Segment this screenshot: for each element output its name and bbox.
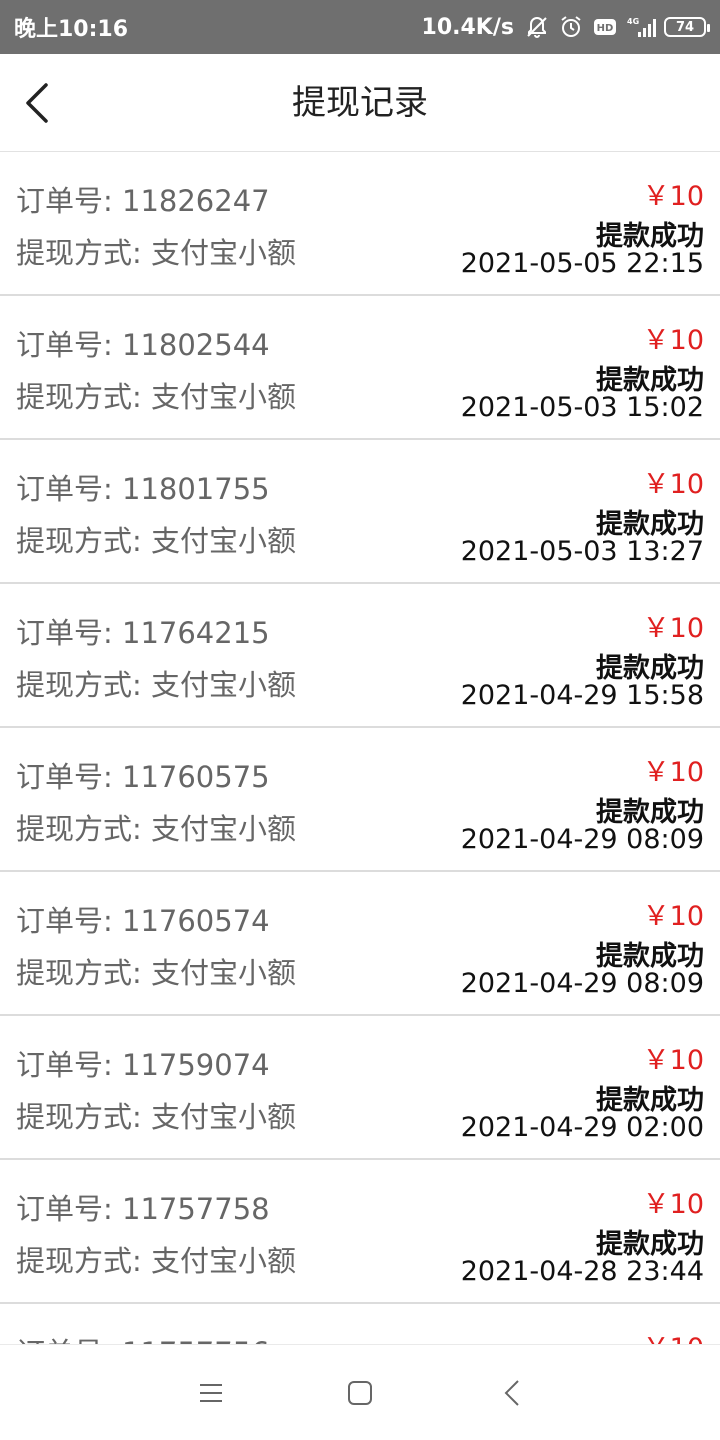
- withdrawal-record-list[interactable]: 订单号: 11826247 提现方式: 支付宝小额 ￥10 提款成功 2021-…: [0, 152, 720, 1344]
- method-label: 提现方式:: [16, 956, 151, 990]
- order-number: 11760574: [122, 904, 270, 938]
- battery-level: 74: [675, 19, 695, 35]
- record-datetime: 2021-04-29 02:00: [460, 1112, 704, 1143]
- status-bar: 晚上10:16 10.4K/s HD 4G 74: [0, 0, 720, 54]
- order-number: 11801755: [122, 472, 270, 506]
- order-number: 11826247: [122, 184, 270, 218]
- method-label: 提现方式:: [16, 1244, 151, 1278]
- network-speed: 10.4K/s: [421, 14, 514, 40]
- system-navigation-bar: [0, 1344, 720, 1440]
- record-item[interactable]: 订单号: 11826247 提现方式: 支付宝小额 ￥10 提款成功 2021-…: [0, 152, 720, 296]
- record-datetime: 2021-04-28 23:44: [460, 1256, 704, 1287]
- record-datetime: 2021-04-29 08:09: [460, 824, 704, 855]
- mute-icon: [527, 16, 547, 38]
- amount: ￥10: [642, 325, 704, 356]
- order-label: 订单号:: [16, 904, 122, 938]
- status-icons: 10.4K/s HD 4G 74: [421, 14, 710, 40]
- home-button[interactable]: [336, 1369, 384, 1417]
- record-item-partial[interactable]: 订单号: 11757756 ￥10: [0, 1304, 720, 1344]
- record-item[interactable]: 订单号: 11801755 提现方式: 支付宝小额 ￥10 提款成功 2021-…: [0, 440, 720, 584]
- order-label: 订单号:: [16, 184, 122, 218]
- withdraw-method: 支付宝小额: [151, 524, 297, 558]
- record-datetime: 2021-04-29 15:58: [460, 680, 704, 711]
- withdraw-method: 支付宝小额: [151, 1100, 297, 1134]
- order-number: 11764215: [122, 616, 270, 650]
- method-label: 提现方式:: [16, 668, 151, 702]
- order-number: 11757756: [122, 1336, 270, 1344]
- record-datetime: 2021-05-03 15:02: [460, 392, 704, 423]
- withdraw-method: 支付宝小额: [151, 812, 297, 846]
- record-item[interactable]: 订单号: 11760574 提现方式: 支付宝小额 ￥10 提款成功 2021-…: [0, 872, 720, 1016]
- hd-label: HD: [597, 23, 614, 34]
- hd-icon: HD: [594, 19, 616, 35]
- record-datetime: 2021-04-29 08:09: [460, 968, 704, 999]
- back-icon: [504, 1380, 519, 1406]
- amount: ￥10: [642, 613, 704, 644]
- order-label: 订单号:: [16, 616, 122, 650]
- system-back-button[interactable]: [488, 1369, 536, 1417]
- amount: ￥10: [642, 181, 704, 212]
- method-label: 提现方式:: [16, 380, 151, 414]
- order-number: 11759074: [122, 1048, 270, 1082]
- amount: ￥10: [642, 901, 704, 932]
- amount: ￥10: [642, 757, 704, 788]
- order-label: 订单号:: [16, 1192, 122, 1226]
- signal-icon: 4G: [627, 17, 656, 37]
- amount: ￥10: [642, 469, 704, 500]
- amount: ￥10: [643, 1326, 704, 1344]
- menu-button[interactable]: [187, 1369, 235, 1417]
- order-number: 11760575: [122, 760, 270, 794]
- record-item[interactable]: 订单号: 11760575 提现方式: 支付宝小额 ￥10 提款成功 2021-…: [0, 728, 720, 872]
- order-label: 订单号:: [16, 760, 122, 794]
- record-datetime: 2021-05-03 13:27: [460, 536, 704, 567]
- back-button[interactable]: [12, 78, 62, 128]
- battery-icon: 74: [664, 17, 710, 37]
- record-item[interactable]: 订单号: 11757758 提现方式: 支付宝小额 ￥10 提款成功 2021-…: [0, 1160, 720, 1304]
- chevron-left-icon: [26, 83, 48, 123]
- method-label: 提现方式:: [16, 236, 151, 270]
- page-title: 提现记录: [292, 83, 428, 123]
- record-item[interactable]: 订单号: 11764215 提现方式: 支付宝小额 ￥10 提款成功 2021-…: [0, 584, 720, 728]
- status-time: 晚上10:16: [14, 17, 129, 42]
- order-label: 订单号:: [16, 472, 122, 506]
- method-label: 提现方式:: [16, 812, 151, 846]
- header: 提现记录: [0, 54, 720, 152]
- withdraw-method: 支付宝小额: [151, 380, 297, 414]
- order-label: 订单号:: [16, 1336, 122, 1344]
- signal-label: 4G: [627, 17, 639, 26]
- order-label: 订单号:: [16, 1048, 122, 1082]
- record-item[interactable]: 订单号: 11802544 提现方式: 支付宝小额 ￥10 提款成功 2021-…: [0, 296, 720, 440]
- method-label: 提现方式:: [16, 524, 151, 558]
- order-label: 订单号:: [16, 328, 122, 362]
- withdraw-method: 支付宝小额: [151, 1244, 297, 1278]
- record-datetime: 2021-05-05 22:15: [460, 248, 704, 279]
- withdraw-method: 支付宝小额: [151, 668, 297, 702]
- method-label: 提现方式:: [16, 1100, 151, 1134]
- amount: ￥10: [642, 1045, 704, 1076]
- withdraw-method: 支付宝小额: [151, 956, 297, 990]
- amount: ￥10: [642, 1189, 704, 1220]
- withdraw-method: 支付宝小额: [151, 236, 297, 270]
- alarm-icon: [561, 16, 581, 37]
- record-item[interactable]: 订单号: 11759074 提现方式: 支付宝小额 ￥10 提款成功 2021-…: [0, 1016, 720, 1160]
- menu-icon: [200, 1384, 222, 1402]
- home-icon: [348, 1381, 372, 1405]
- order-number: 11757758: [122, 1192, 270, 1226]
- order-number: 11802544: [122, 328, 270, 362]
